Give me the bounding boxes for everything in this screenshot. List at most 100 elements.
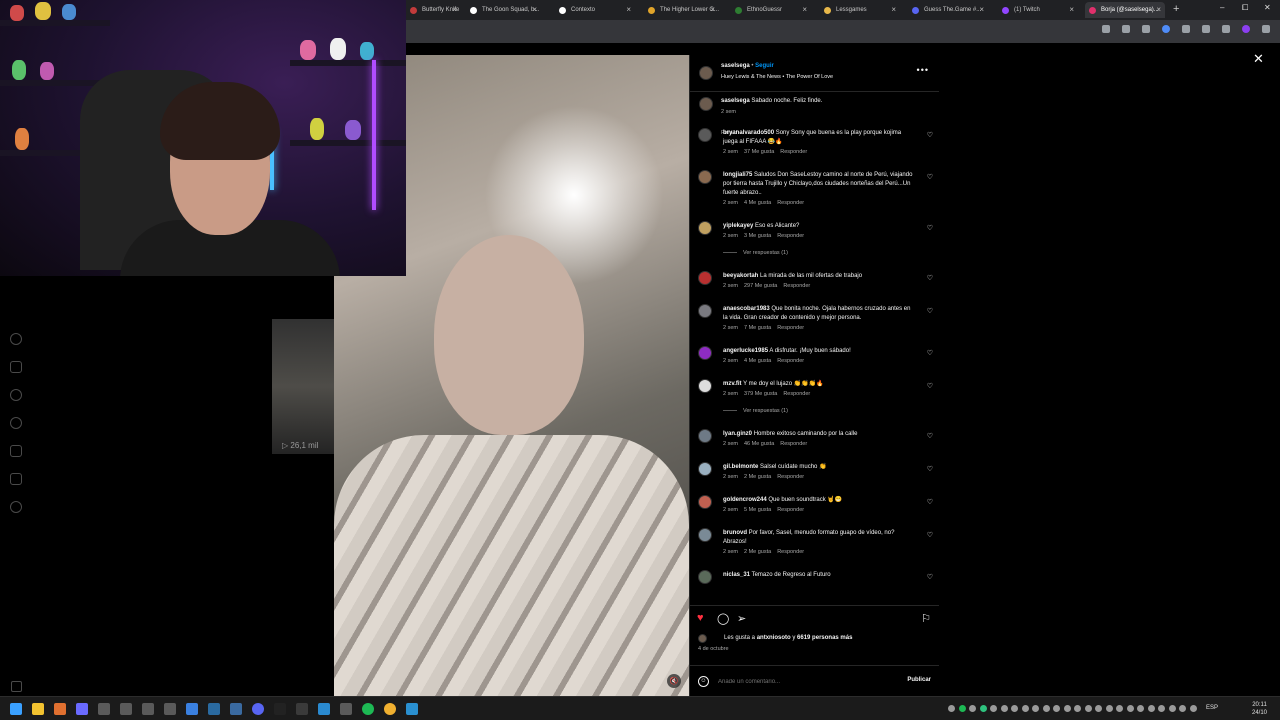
comment-like-icon[interactable]: ♡ (927, 498, 933, 506)
reels-icon[interactable] (10, 361, 22, 373)
comment-like-icon[interactable]: ♡ (927, 382, 933, 390)
comment-username[interactable]: mzv.fit (723, 381, 742, 387)
tab-close-icon[interactable]: × (1156, 5, 1161, 14)
notifications-icon[interactable] (10, 417, 22, 429)
comment-icon[interactable]: ◯ (717, 612, 729, 625)
emoji-icon[interactable]: ☺ (698, 676, 709, 687)
likes-user[interactable]: antxniosoto (757, 635, 791, 641)
tray-icon[interactable] (1084, 705, 1092, 712)
dashboard-icon[interactable] (10, 473, 22, 485)
tray-icon[interactable] (1074, 705, 1081, 712)
reply-button[interactable]: Responder (777, 233, 804, 239)
minimize-button[interactable]: – (1220, 3, 1224, 12)
comment-like-icon[interactable]: ♡ (927, 432, 933, 440)
tab-close-icon[interactable]: × (1069, 5, 1074, 14)
share-icon[interactable]: ➢ (737, 612, 746, 625)
menu-icon[interactable] (1262, 25, 1270, 33)
author-username[interactable]: saselsega (721, 63, 750, 69)
comment-username[interactable]: bryanalvarado500 (723, 130, 774, 136)
comment-like-icon[interactable]: ♡ (927, 349, 933, 357)
author-avatar[interactable] (699, 66, 713, 80)
comment-like-icon[interactable]: ♡ (927, 274, 933, 282)
new-tab-button[interactable]: + (1173, 3, 1179, 15)
app-icon[interactable] (164, 703, 176, 715)
spotify-icon[interactable] (362, 703, 374, 715)
comment-like-icon[interactable]: ♡ (927, 531, 933, 539)
reply-button[interactable]: Responder (777, 325, 804, 331)
close-modal-icon[interactable]: ✕ (1253, 51, 1264, 67)
app-icon[interactable] (318, 703, 330, 715)
browser-tab[interactable]: Borja (@saselsega)... × (1085, 2, 1165, 18)
comment-username[interactable]: anaescobar1983 (723, 306, 770, 312)
tray-icon[interactable] (1000, 705, 1008, 712)
comment-like-icon[interactable]: ♡ (927, 307, 933, 315)
comment-input[interactable] (718, 675, 888, 688)
messages-icon[interactable] (10, 389, 22, 401)
comment-likes[interactable]: 4 Me gusta (744, 358, 771, 364)
publish-button[interactable]: Publicar (907, 677, 931, 683)
reply-button[interactable]: Responder (780, 149, 807, 155)
browser-tab[interactable]: The Higher Lower G... × (644, 2, 719, 18)
tray-icon[interactable] (1189, 705, 1197, 712)
more-menu-icon[interactable] (11, 681, 22, 692)
app-icon[interactable] (120, 703, 132, 715)
reply-button[interactable]: Responder (783, 391, 810, 397)
comment-avatar[interactable] (698, 128, 712, 142)
likes-count[interactable]: 6619 personas más (797, 635, 852, 641)
tray-icon[interactable] (969, 705, 976, 712)
comment-like-icon[interactable]: ♡ (927, 173, 933, 181)
comment-likes[interactable]: 2 Me gusta (744, 549, 771, 555)
more-options-icon[interactable]: ••• (917, 65, 929, 75)
comment-username[interactable]: angerlucke1985 (723, 348, 768, 354)
create-icon[interactable] (10, 445, 22, 457)
view-replies-button[interactable]: Ver respuestas (1) (723, 408, 788, 414)
comment-avatar[interactable] (698, 170, 712, 184)
tray-icon[interactable] (1179, 705, 1186, 712)
comment-username[interactable]: beeyakortah (723, 273, 758, 279)
tray-icon[interactable] (948, 705, 955, 712)
comment-likes[interactable]: 46 Me gusta (744, 441, 774, 447)
reply-button[interactable]: Responder (783, 283, 810, 289)
tray-icon[interactable] (1137, 705, 1144, 712)
browser-tab[interactable]: Lessgames × (820, 2, 900, 18)
comment-like-icon[interactable]: ♡ (927, 131, 933, 139)
star-icon[interactable] (1122, 25, 1130, 33)
browser-tab[interactable]: Butterfly Knife E...× (406, 2, 461, 18)
tray-icon[interactable] (1063, 705, 1071, 712)
comment-username[interactable]: longjiali75 (723, 172, 752, 178)
tray-icon[interactable] (958, 705, 966, 712)
comment-likes[interactable]: 37 Me gusta (744, 149, 774, 155)
windows-start-icon[interactable] (10, 703, 22, 715)
mute-button[interactable]: 🔇 (667, 674, 681, 688)
tray-icon[interactable] (1105, 705, 1113, 712)
chrome-icon[interactable] (384, 703, 396, 715)
puzzle-icon[interactable] (1182, 25, 1190, 33)
comment-like-icon[interactable]: ♡ (927, 224, 933, 232)
comment-avatar[interactable] (698, 570, 712, 584)
comment-username[interactable]: goldencrow244 (723, 497, 767, 503)
comment-avatar[interactable] (698, 528, 712, 542)
language-indicator[interactable]: ESP (1206, 705, 1218, 711)
comment-avatar[interactable] (698, 379, 712, 393)
tab-close-icon[interactable]: × (532, 5, 537, 14)
browser-tab[interactable]: EthnoGuessr × (731, 2, 811, 18)
app-icon[interactable] (142, 703, 154, 715)
reply-button[interactable]: Responder (777, 549, 804, 555)
comment-username[interactable]: yiplekayey (723, 223, 753, 229)
comment-like-icon[interactable]: ♡ (927, 573, 933, 581)
view-replies-button[interactable]: Ver respuestas (1) (723, 250, 788, 256)
tray-icon[interactable] (1158, 705, 1165, 712)
tab-close-icon[interactable]: × (802, 5, 807, 14)
search-icon[interactable] (54, 703, 66, 715)
comment-likes[interactable]: 5 Me gusta (744, 507, 771, 513)
comment-username[interactable]: niclas_31 (723, 572, 750, 578)
reply-button[interactable]: Responder (777, 200, 804, 206)
comment-likes[interactable]: 2 Me gusta (744, 474, 771, 480)
app-icon[interactable] (98, 703, 110, 715)
threads-icon[interactable] (10, 501, 22, 513)
comments-list[interactable]: saselsega Sabado noche. Feliz finde. 2 s… (690, 92, 939, 605)
reply-button[interactable]: Responder (777, 474, 804, 480)
comment-avatar[interactable] (698, 304, 712, 318)
tray-icon[interactable] (1168, 705, 1176, 712)
tray-icon[interactable] (1126, 705, 1134, 712)
